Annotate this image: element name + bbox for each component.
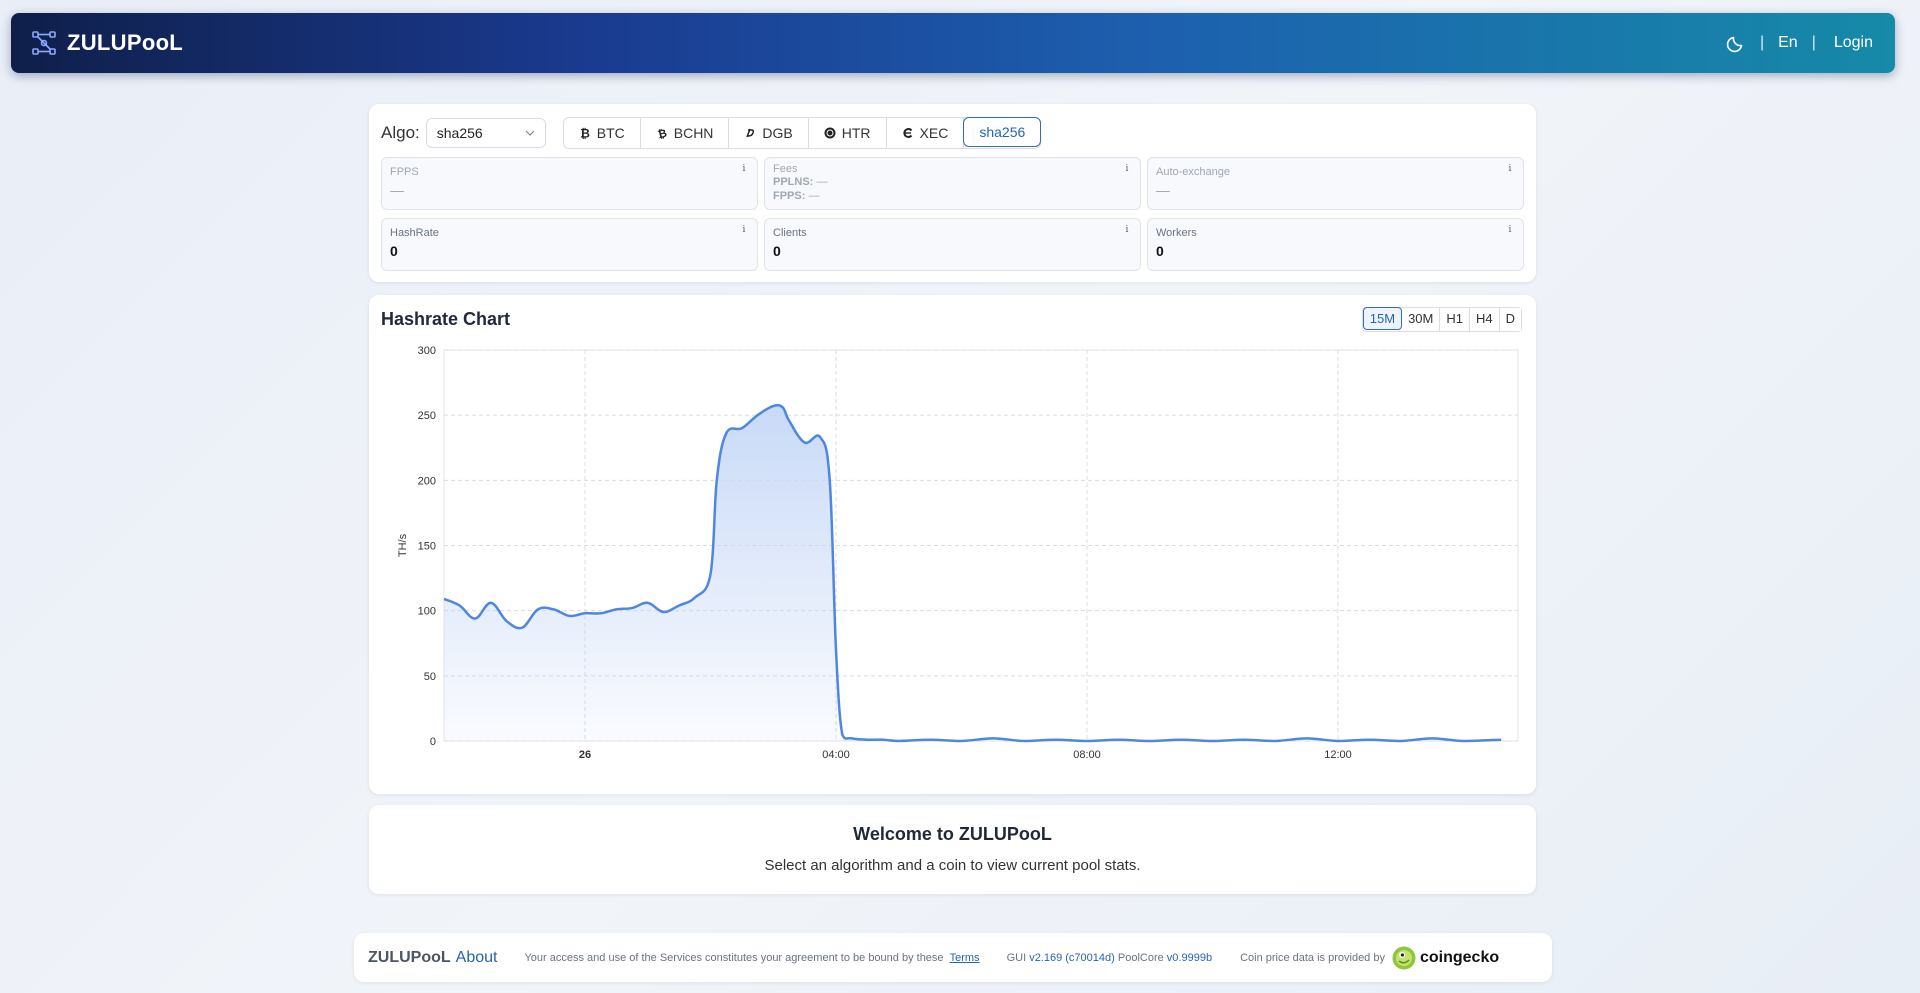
y-tick-label: 300	[418, 345, 436, 357]
coin-tab-bchn[interactable]: ₿ BCHN	[641, 118, 730, 148]
y-tick-label: 0	[430, 736, 436, 748]
terms-notice: Your access and use of the Services cons…	[524, 951, 980, 964]
footer-brand: ZULUPooL	[368, 948, 451, 966]
version-info: GUI v2.169 (c70014d) PoolCore v0.9999b	[1006, 951, 1213, 964]
dgb-icon	[746, 128, 755, 138]
hashrate-stat: HashRate 0 i	[381, 218, 758, 271]
svg-text:₿: ₿	[580, 127, 590, 139]
brand[interactable]: ZULUPooL	[31, 30, 183, 56]
y-tick-label: 200	[418, 475, 436, 487]
btc-icon: ₿	[580, 127, 590, 139]
coin-tab-btc[interactable]: ₿ BTC	[564, 118, 641, 148]
autoexchange-stat: Auto-exchange — i	[1147, 157, 1524, 210]
price-attribution: Coin price data is provided by	[1240, 951, 1385, 964]
login-button[interactable]: Login	[1834, 34, 1873, 52]
separator: |	[1759, 34, 1765, 51]
logo-icon	[32, 31, 56, 55]
chevron-down-icon	[525, 130, 535, 136]
algo-select[interactable]: sha256	[425, 118, 546, 148]
hashrate-area	[444, 405, 1502, 741]
y-tick-label: 100	[418, 606, 436, 618]
welcome-panel: Welcome to ZULUPooL Select an algorithm …	[369, 805, 1536, 894]
info-icon[interactable]: i	[738, 163, 750, 175]
algo-label: Algo:	[381, 123, 420, 142]
info-icon[interactable]: i	[738, 224, 750, 236]
language-selector[interactable]: En	[1778, 34, 1798, 52]
pool-stats-panel: Algo: sha256 ₿ BTC ₿ BCHN DGB HTR XEC sh…	[369, 104, 1536, 282]
y-tick-label: 50	[424, 671, 436, 683]
y-tick-label: 150	[418, 541, 436, 553]
separator: |	[1811, 34, 1816, 51]
coin-tabs: ₿ BTC ₿ BCHN DGB HTR XEC sha256	[562, 117, 1042, 149]
coin-tab-sha256[interactable]: sha256	[963, 117, 1042, 147]
algo-selected-value: sha256	[436, 125, 483, 141]
info-icon[interactable]: i	[1504, 224, 1516, 236]
info-icon[interactable]: i	[1504, 163, 1516, 175]
workers-stat: Workers 0 i	[1147, 218, 1524, 271]
about-link[interactable]: About	[456, 949, 498, 967]
x-tick-label: 12:00	[1324, 749, 1352, 761]
xec-icon	[902, 128, 912, 138]
top-navbar: ZULUPooL | En | Login	[11, 13, 1895, 73]
coin-tab-htr[interactable]: HTR	[809, 118, 887, 148]
bch-icon: ₿	[656, 127, 668, 139]
terms-link[interactable]: Terms	[950, 952, 980, 964]
htr-icon	[824, 127, 836, 139]
coin-tab-dgb[interactable]: DGB	[729, 118, 809, 148]
coin-tab-xec[interactable]: XEC	[887, 118, 965, 148]
x-tick-label: 04:00	[822, 749, 850, 761]
coingecko-link[interactable]: coingecko	[1420, 949, 1499, 967]
welcome-title: Welcome to ZULUPooL	[853, 824, 1052, 844]
info-icon[interactable]: i	[1121, 224, 1133, 236]
welcome-text: Select an algorithm and a coin to view c…	[764, 857, 1141, 874]
x-tick-label: 26	[579, 749, 591, 761]
footer: ZULUPooL About Your access and use of th…	[354, 933, 1552, 982]
brand-name: ZULUPooL	[67, 30, 184, 55]
info-icon[interactable]: i	[1121, 163, 1133, 175]
fpps-stat: FPPS — i	[381, 157, 758, 210]
y-axis-label: TH/s	[397, 533, 409, 557]
y-tick-label: 250	[418, 410, 436, 422]
clients-stat: Clients 0 i	[764, 218, 1141, 271]
fees-stat: Fees PPLNS: — FPPS: — i	[764, 157, 1141, 210]
svg-text:₿: ₿	[656, 127, 668, 139]
hashrate-chart: 0 50 100 150 200 250 300 26 04:00 08:00 12:00 TH/s	[397, 345, 1519, 761]
coingecko-logo-icon[interactable]	[1392, 946, 1416, 970]
hashrate-chart-panel: Hashrate Chart 15M 30M H1 H4 D 0 50 100 150…	[369, 295, 1536, 794]
x-tick-label: 08:00	[1073, 749, 1101, 761]
dark-mode-toggle-icon[interactable]	[1726, 33, 1746, 53]
